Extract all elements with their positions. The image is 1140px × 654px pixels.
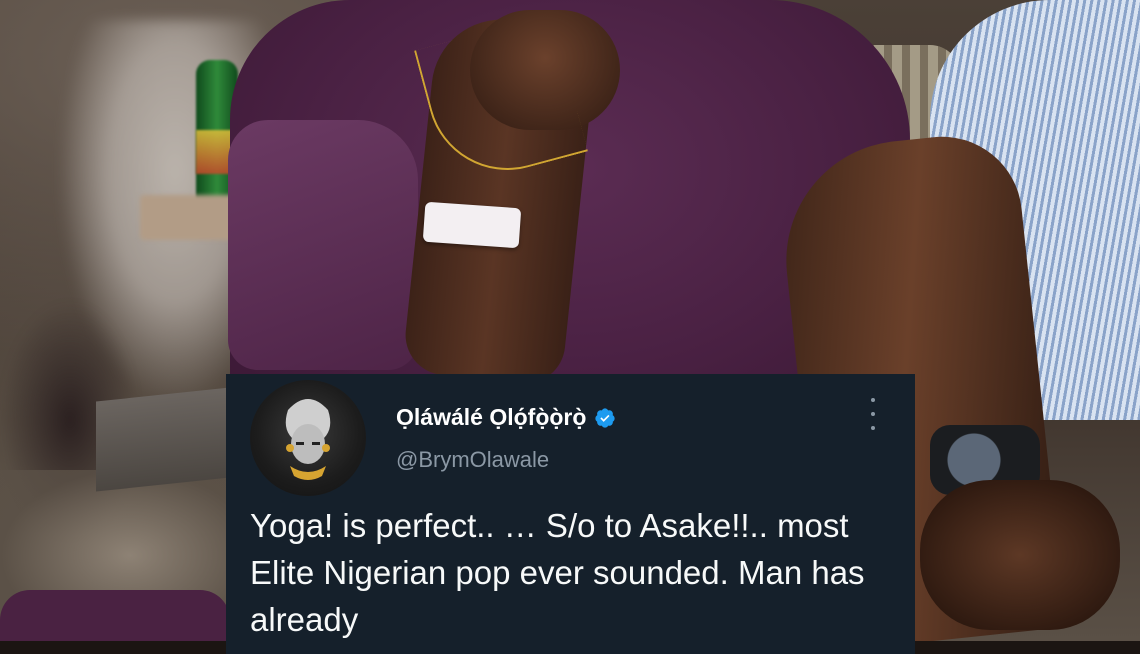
tweet-card: Ọláwálé Ọlọ́fọ̀ọ̀rọ̀ @BrymOlawale Yoga! …	[226, 374, 915, 654]
more-dot	[871, 398, 875, 402]
more-dot	[871, 412, 875, 416]
tshirt-sleeve	[228, 120, 418, 370]
tweet-text: Yoga! is perfect.. … S/o to Asake!!.. mo…	[250, 507, 865, 638]
more-dot	[871, 426, 875, 430]
user-handle[interactable]: @BrymOlawale	[396, 447, 549, 473]
event-wristband	[422, 201, 522, 249]
display-name-text: Ọláwálé Ọlọ́fọ̀ọ̀rọ̀	[396, 404, 587, 430]
profile-avatar[interactable]	[250, 380, 366, 496]
avatar-portrait-icon	[285, 399, 331, 480]
purple-fabric	[0, 590, 230, 641]
more-options-icon[interactable]	[865, 398, 881, 430]
verified-badge-icon	[595, 407, 616, 428]
hand	[920, 480, 1120, 630]
display-name[interactable]: Ọláwálé Ọlọ́fọ̀ọ̀rọ̀	[396, 404, 616, 431]
